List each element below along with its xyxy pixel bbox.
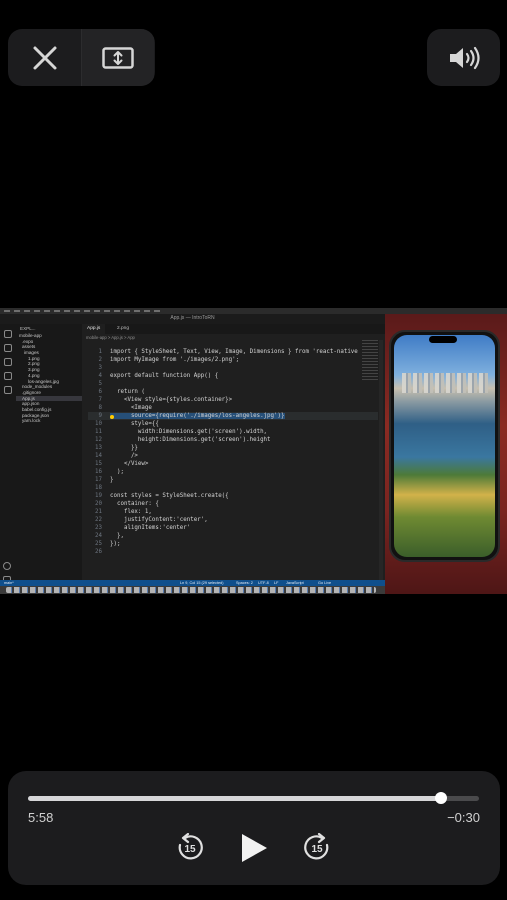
code-line-selected: source={require('./images/los-angeles.jp…: [110, 413, 285, 419]
editor-tabs: App.js 2.png: [82, 324, 385, 334]
code-line: import MyImage from './images/2.png';: [110, 357, 240, 363]
explorer-header: EXPL...: [20, 326, 36, 331]
breadcrumb: mobile-app > App.js > App: [86, 335, 135, 340]
status-branch: main*: [4, 581, 14, 585]
xmark-icon: [33, 46, 56, 69]
volume-button[interactable]: [427, 29, 500, 86]
editor-scrollbar: [379, 340, 383, 580]
elapsed-time: 5:58: [28, 810, 54, 825]
activity-bar: [0, 324, 16, 586]
explorer-panel: EXPL... mobile-app .expo assets images 1…: [16, 324, 82, 580]
search-icon: [4, 344, 12, 352]
explorer-item: yarn.lock: [22, 418, 41, 424]
simulator-screen: [394, 335, 495, 557]
code-line: return (: [110, 389, 145, 395]
resize-vertical-icon: [102, 46, 134, 69]
tab-2-png: 2.png: [117, 326, 130, 331]
play-button[interactable]: [239, 832, 269, 864]
code-line: container: {: [110, 501, 159, 507]
editor-titlebar: App.js — IntroToRN: [0, 314, 385, 324]
code-line: }}: [110, 445, 138, 451]
code-line: alignItems:'center': [110, 525, 191, 531]
speaker-wave-icon: [449, 46, 480, 69]
code-line: <View style={styles.container}>: [110, 397, 233, 403]
skip-back-15-button[interactable]: 15: [176, 833, 204, 861]
code-line: />: [110, 453, 138, 459]
files-icon: [4, 330, 12, 338]
scrubber-handle[interactable]: [435, 792, 448, 804]
progress-fill: [28, 796, 442, 801]
window-title: App.js — IntroToRN: [170, 315, 215, 321]
vscode-window: App.js — IntroToRN EXPL... mobile-app .e…: [0, 314, 385, 586]
macos-dock: [0, 586, 385, 594]
status-encoding: UTF-8: [258, 581, 269, 585]
code-line: );: [110, 469, 124, 475]
code-line: <Image: [110, 405, 152, 411]
account-icon: [3, 562, 11, 570]
progress-track[interactable]: [28, 792, 479, 804]
city-skyline: [402, 373, 490, 393]
status-eol: LF: [274, 581, 279, 585]
dynamic-island: [429, 336, 457, 343]
status-spaces: Spaces: 2: [236, 581, 253, 585]
code-line: height:Dimensions.get('screen').height: [110, 437, 271, 443]
remaining-time: −0:30: [447, 810, 480, 825]
code-line: </View>: [110, 461, 149, 467]
lightbulb-icon: [110, 415, 114, 419]
close-button[interactable]: [8, 29, 81, 86]
status-golive: Go Live: [318, 581, 332, 585]
skip-back-label: 15: [184, 844, 196, 855]
top-left-controls: [8, 29, 155, 86]
code-line: style={{: [110, 421, 159, 427]
run-icon: [4, 372, 12, 380]
source-control-icon: [4, 358, 12, 366]
code-line: export default function App() {: [110, 373, 219, 379]
code-line: justifyContent:'center',: [110, 517, 208, 523]
skip-forward-15-button[interactable]: 15: [303, 833, 331, 861]
code-line: }: [110, 477, 114, 483]
play-icon: [242, 834, 267, 862]
code-line: import { StyleSheet, Text, View, Image, …: [110, 349, 358, 355]
status-position: Ln 9, Col 15 (29 selected): [180, 581, 224, 585]
iphone-simulator: [389, 330, 500, 562]
code-line: });: [110, 541, 121, 547]
code-line: flex: 1,: [110, 509, 152, 515]
status-language: JavaScript: [286, 581, 304, 585]
code-line: width:Dimensions.get('screen').width,: [110, 429, 268, 435]
code-line: },: [110, 533, 124, 539]
resize-button[interactable]: [81, 29, 154, 86]
playback-controls: 5:58 −0:30 15 15: [8, 771, 500, 885]
extensions-icon: [4, 386, 12, 394]
tab-app-js: App.js: [82, 324, 106, 334]
code-line: const styles = StyleSheet.create({: [110, 493, 229, 499]
minimap: [362, 340, 378, 380]
code-editor: 1 import { StyleSheet, Text, View, Image,…: [88, 348, 378, 556]
skip-forward-label: 15: [311, 844, 323, 855]
